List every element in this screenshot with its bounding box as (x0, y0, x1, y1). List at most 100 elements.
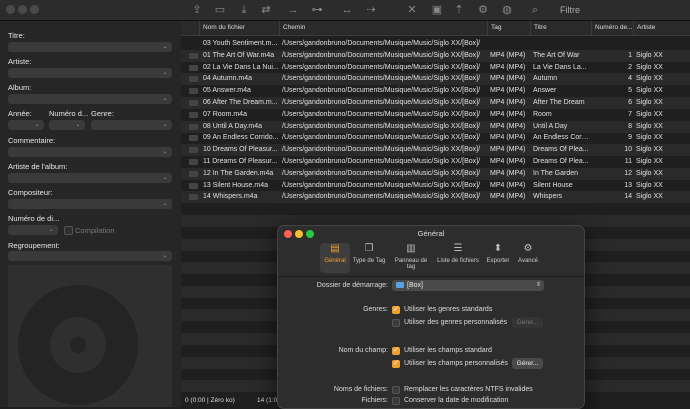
cell-tag: MP4 (MP4) (490, 146, 526, 154)
cell-filename: 06 After The Dream.m... (203, 99, 278, 106)
cell-path: /Users/gandonbruno/Documents/Musique/Mus… (282, 99, 481, 106)
chevron-down-icon: ⌄ (162, 149, 168, 155)
album-artist-field[interactable]: ⌄ (8, 173, 172, 183)
album-label: Album: (8, 83, 32, 92)
table-row[interactable]: 10 Dreams Of Pleasur... /Users/gandonbrun… (181, 144, 690, 157)
disc-number-label: Numéro de di... (8, 214, 60, 223)
fields-custom-checkbox[interactable]: ✓ (392, 360, 400, 368)
cell-path: /Users/gandonbruno/Documents/Musique/Mus… (282, 75, 481, 83)
tab-file-list[interactable]: ☰ Liste de fichiers (436, 243, 480, 273)
cell-track-number: 7 (628, 110, 632, 118)
cell-title: After The Dream (533, 99, 585, 106)
cell-tag: MP4 (MP4) (490, 87, 526, 95)
tab-advanced[interactable]: ⚙ Avancé (515, 243, 541, 273)
cell-path: /Users/gandonbruno/Documents/Musique/Mus… (282, 51, 481, 59)
settings-icon[interactable]: ⚙ (476, 3, 490, 17)
cell-path: /Users/gandonbruno/Documents/Musique/Mus… (282, 146, 481, 154)
cell-filename: 02 La Vie Dans La Nui... (203, 63, 279, 71)
minimize-window-button[interactable] (18, 5, 27, 14)
track-number-label: Numéro d... (49, 109, 89, 118)
close-window-button[interactable] (6, 5, 15, 14)
genre-label: Genre: (91, 109, 114, 118)
tab-general[interactable]: ▤ Général (320, 243, 350, 273)
tools-icon[interactable]: ✕ (405, 3, 419, 17)
upload-icon[interactable]: ⇪ (190, 3, 204, 17)
manage-genres-button[interactable]: Gérer... (512, 317, 543, 328)
cell-title: Dreams Of Plea... (533, 146, 589, 154)
artist-label: Artiste: (8, 57, 32, 66)
audio-file-icon (189, 194, 198, 201)
genre-field[interactable]: ⌄ (91, 120, 172, 130)
genres-custom-checkbox[interactable] (392, 319, 400, 327)
compilation-checkbox[interactable] (64, 226, 73, 235)
fields-standard-checkbox[interactable]: ✓ (392, 347, 400, 355)
convert-icon[interactable]: ⇄ (259, 3, 273, 17)
save-icon[interactable]: ▣ (430, 3, 444, 17)
file-to-tag-icon[interactable]: ⊶ (310, 3, 324, 17)
folder-open-icon[interactable]: ▭ (213, 3, 227, 17)
audio-file-icon (189, 76, 198, 83)
table-row[interactable]: 12 In The Garden.m4a/Users/gandonbruno/D… (181, 167, 690, 180)
cell-artist: Siglo XX (636, 110, 663, 118)
table-row[interactable]: 06 After The Dream.m... /Users/gandonbrun… (181, 97, 690, 109)
search-icon[interactable]: ⌕ (528, 3, 542, 17)
column-header-tag[interactable]: Tag (487, 21, 530, 35)
table-row[interactable]: 08 Until A Day.m4a/Users/gandonbruno/Doc… (181, 120, 690, 133)
cell-tag (490, 38, 530, 50)
filter-search[interactable]: Filtre (548, 3, 608, 17)
column-header-path[interactable]: Chemin (279, 21, 487, 35)
table-row[interactable]: 07 Room.m4a/Users/gandonbruno/Documents/… (181, 109, 690, 121)
cell-artist: Siglo XX (636, 146, 663, 154)
disc-number-field[interactable]: ⌄ (8, 225, 58, 235)
artist-field[interactable]: ⌄ (8, 68, 172, 78)
album-field[interactable]: ⌄ (8, 94, 172, 104)
share-icon[interactable]: ⇡ (452, 3, 466, 17)
table-row[interactable]: 14 Whispers.m4a/Users/gandonbruno/Docume… (181, 191, 690, 204)
column-header-filename[interactable]: Nom du fichier (199, 21, 279, 35)
comment-field[interactable]: ⌄ (8, 147, 172, 157)
table-row[interactable]: 11 Dreams Of Pleasur... /Users/gandonbrun… (181, 156, 690, 168)
audio-file-icon (189, 159, 198, 165)
swap-icon[interactable]: ↔ (340, 3, 354, 17)
chevron-down-icon: ⌄ (162, 201, 168, 207)
chevron-down-icon: ⌄ (162, 253, 168, 259)
download-icon[interactable]: ⤓ (237, 3, 251, 17)
table-row[interactable]: 04 Autumn.m4a/Users/gandonbruno/Document… (181, 73, 690, 86)
genres-custom-label: Utiliser des genres personnalisés (404, 319, 508, 326)
track-number-field[interactable]: ⌄ (49, 120, 85, 130)
table-row[interactable]: 05 Answer.m4a/Users/gandonbruno/Document… (181, 85, 690, 97)
arrow-icon[interactable]: ⇢ (364, 3, 378, 17)
genres-standard-checkbox[interactable]: ✓ (392, 306, 400, 314)
title-field[interactable]: ⌄ (8, 42, 172, 52)
composer-field[interactable]: ⌄ (8, 199, 172, 209)
tab-tag-panel[interactable]: ▥ Panneau de tag (391, 243, 431, 273)
table-row[interactable]: 02 La Vie Dans La Nui.../Users/gandonbru… (181, 62, 690, 74)
globe-icon[interactable]: ◍ (500, 3, 514, 17)
table-row[interactable]: 01 The Art Of War.m4a/Users/gandonbruno/… (181, 49, 690, 62)
table-row[interactable]: 03 Youth Sentiment.m... /Users/gandonbrun… (181, 38, 690, 50)
cell-tag: MP4 (MP4) (490, 122, 526, 130)
startup-folder-label: Dossier de démarrage: (316, 282, 388, 289)
grouping-field[interactable]: ⌄ (8, 251, 172, 261)
tag-to-file-icon[interactable]: → (286, 3, 300, 17)
chevron-down-icon: ⌄ (34, 122, 40, 128)
ntfs-checkbox[interactable] (392, 386, 400, 394)
column-header-track[interactable]: Numéro de... (591, 21, 633, 35)
cell-title: Answer (533, 87, 557, 95)
zoom-window-button[interactable] (30, 5, 39, 14)
tab-export[interactable]: ⬍ Exporter (484, 243, 512, 273)
manage-fields-button[interactable]: Gérer... (512, 358, 543, 369)
keep-date-checkbox[interactable] (392, 397, 400, 405)
table-row[interactable]: 13 Silent House.m4a/Users/gandonbruno/Do… (181, 180, 690, 192)
table-row[interactable]: 09 An Endless Corrido.../Users/gandonbru… (181, 132, 690, 144)
column-header-title[interactable]: Titre (530, 21, 591, 35)
cell-tag: MP4 (MP4) (490, 181, 526, 189)
column-header-artist[interactable]: Artiste (633, 21, 690, 35)
tab-tag-type[interactable]: ❐ Type de Tag (352, 243, 386, 273)
startup-folder-popup[interactable]: [Box] ⇕ (392, 280, 544, 291)
fields-custom-label: Utiliser les champs personnalisés (404, 360, 508, 367)
cell-artist: Siglo XX (636, 181, 663, 189)
audio-file-icon (189, 64, 198, 71)
year-field[interactable]: ⌄ (8, 120, 44, 130)
cell-filename: 05 Answer.m4a (203, 87, 251, 95)
